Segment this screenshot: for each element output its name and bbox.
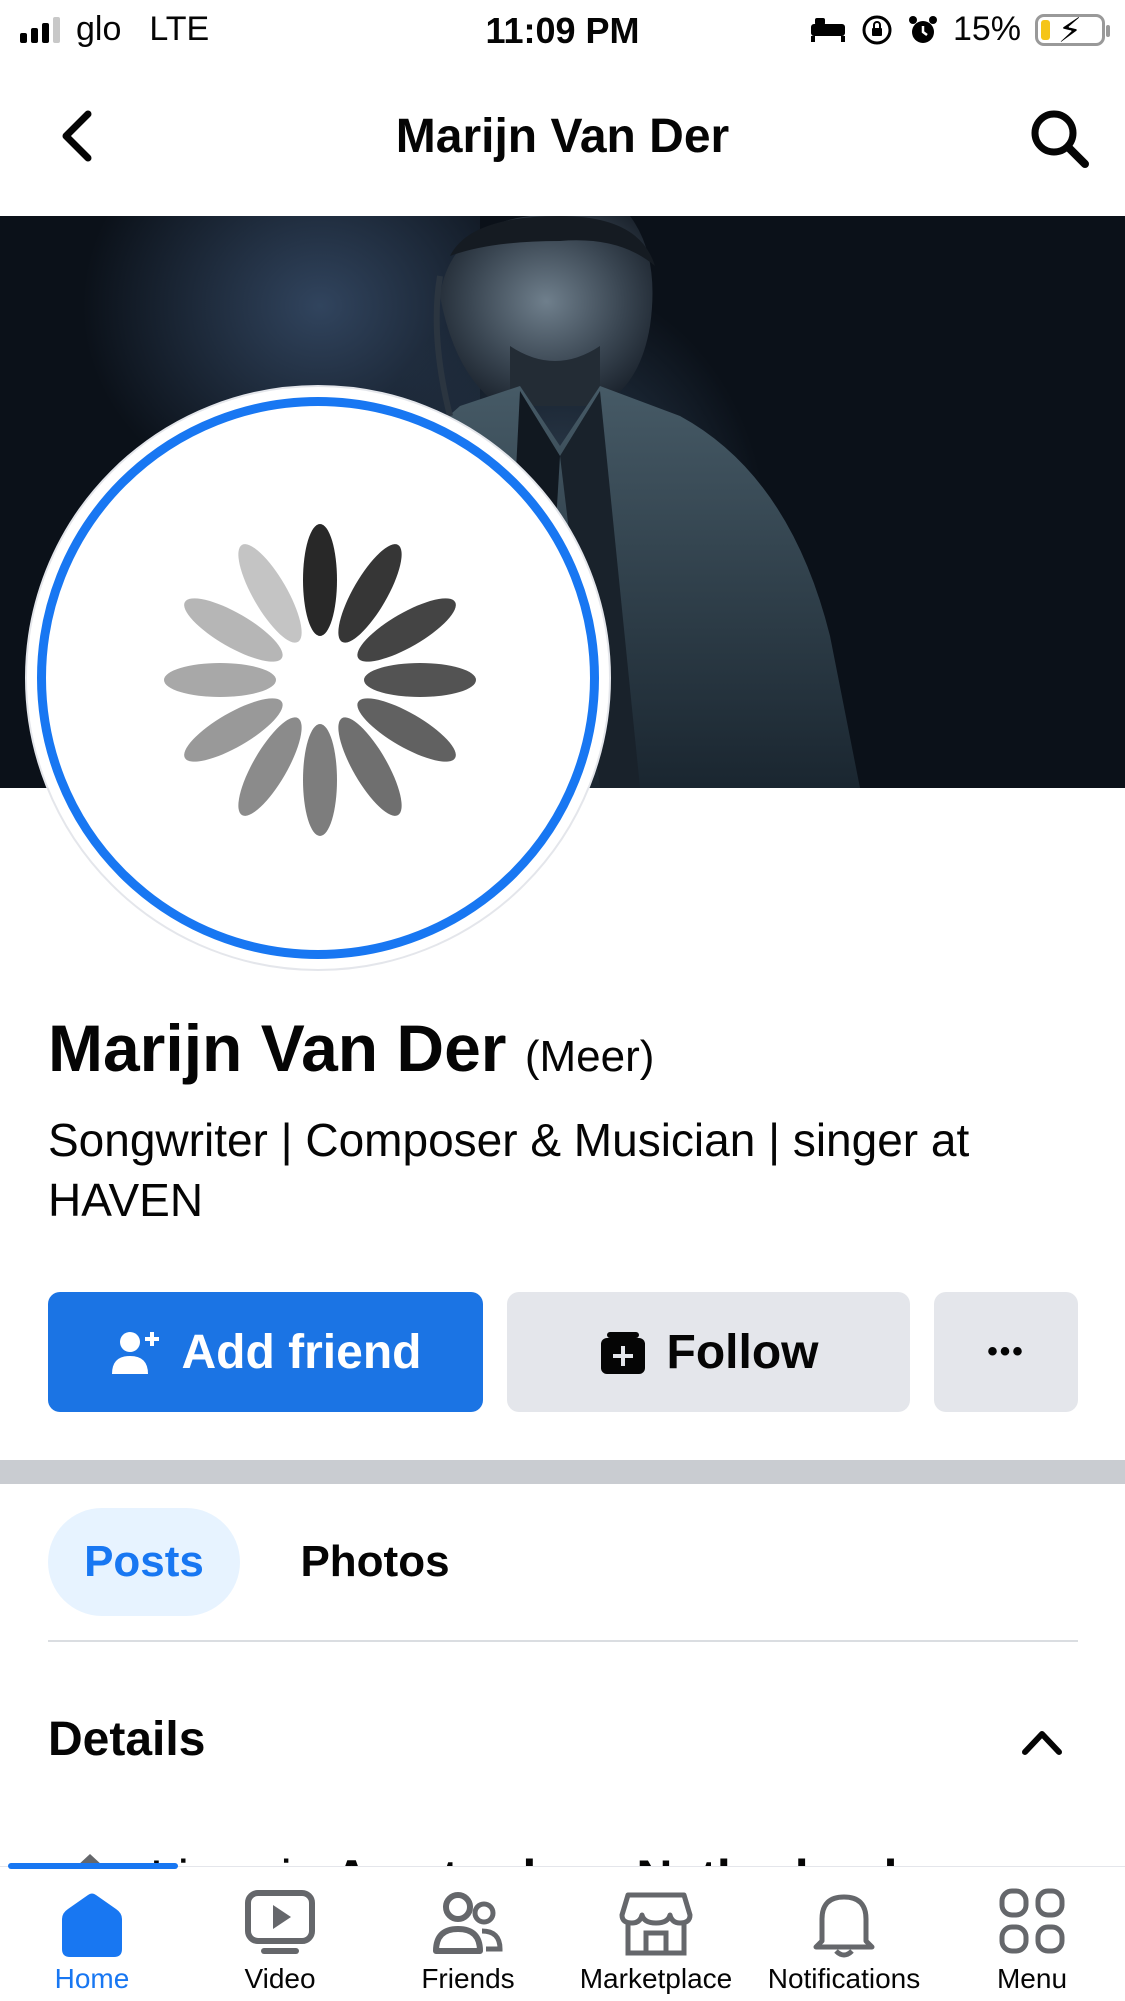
friends-icon — [433, 1892, 503, 1954]
chevron-up-icon — [1022, 1731, 1062, 1755]
tab-photos[interactable]: Photos — [280, 1508, 470, 1616]
home-icon — [62, 1893, 122, 1957]
nav-notifications[interactable]: Notifications — [750, 1867, 938, 2001]
search-icon — [1031, 110, 1089, 168]
nav-notifications-label: Notifications — [767, 1963, 921, 1994]
follow-label: Follow — [666, 1325, 819, 1379]
battery-icon: ⚡ — [1035, 12, 1110, 50]
bed-icon — [810, 17, 845, 42]
alarm-icon — [908, 15, 937, 43]
status-right: 15% ⚡ — [809, 10, 1110, 50]
nav-home[interactable]: Home — [0, 1867, 186, 2001]
nav-marketplace-label: Marketplace — [579, 1963, 733, 1994]
spinner-petal — [164, 663, 276, 697]
nav-video-label: Video — [244, 1963, 316, 1994]
more-options-button[interactable]: ••• — [934, 1292, 1078, 1412]
header-title: Marijn Van Der — [395, 110, 730, 163]
search-button[interactable] — [1025, 104, 1095, 174]
profile-avatar[interactable] — [25, 385, 611, 971]
nav-home-label: Home — [54, 1963, 130, 1994]
menu-grid-icon — [999, 1888, 1065, 1954]
nav-friends-label: Friends — [421, 1963, 515, 1994]
tab-posts[interactable]: Posts — [48, 1508, 240, 1616]
spinner-petal — [303, 724, 337, 836]
follow-icon — [600, 1332, 645, 1374]
spinner-petal — [364, 663, 476, 697]
marketplace-icon — [619, 1892, 693, 1956]
add-friend-button[interactable]: Add friend — [48, 1292, 483, 1412]
tabs-divider — [48, 1640, 1078, 1642]
spinner-petal — [303, 524, 337, 636]
more-options-icon: ••• — [987, 1335, 1025, 1368]
nav-marketplace[interactable]: Marketplace — [562, 1867, 750, 2001]
bell-icon — [813, 1894, 875, 1958]
nav-menu-label: Menu — [996, 1963, 1068, 1994]
details-heading: Details — [48, 1713, 206, 1766]
battery-percent: 15% — [952, 10, 1021, 48]
loading-spinner-icon — [164, 524, 476, 836]
section-divider — [0, 1460, 1125, 1484]
profile-alternate-name: (Meer) — [524, 1032, 655, 1081]
orientation-lock-icon — [862, 15, 892, 44]
add-person-icon — [111, 1332, 159, 1374]
add-friend-label: Add friend — [181, 1325, 422, 1379]
profile-bio: Songwriter | Composer & Musician | singe… — [48, 1114, 970, 1226]
profile-name: Marijn Van Der (Meer) — [48, 1010, 654, 1086]
follow-button[interactable]: Follow — [507, 1292, 910, 1412]
profile-header: Marijn Van Der — [0, 64, 1125, 214]
bottom-navigation: Home Video Friends Marketplace Notificat… — [0, 1863, 1125, 2001]
nav-menu[interactable]: Menu — [938, 1867, 1125, 2001]
status-bar: glo LTE 11:09 PM 15% ⚡ — [0, 0, 1125, 64]
details-collapse-button[interactable] — [1017, 1722, 1067, 1762]
nav-friends[interactable]: Friends — [374, 1867, 562, 2001]
profile-name-text: Marijn Van Der — [48, 1011, 507, 1085]
nav-video[interactable]: Video — [186, 1867, 374, 2001]
video-icon — [245, 1890, 315, 1954]
